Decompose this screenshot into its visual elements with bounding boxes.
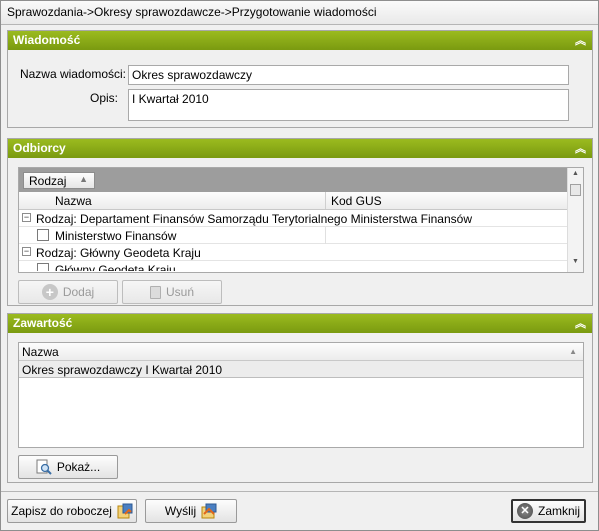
recipients-group-header[interactable]: Odbiorcy ︽	[8, 139, 592, 158]
message-desc-input[interactable]: I Kwartał 2010	[128, 89, 569, 121]
save-icon	[117, 503, 133, 519]
recipient-name: Główny Geodeta Kraju	[55, 263, 176, 271]
preview-icon	[36, 459, 52, 475]
checkbox-icon[interactable]	[37, 229, 49, 241]
column-header-name[interactable]: Nazwa	[22, 345, 59, 359]
close-button-label: Zamknij	[537, 504, 580, 518]
dialog-footer: Zapisz do roboczej Wyślij ✕ Zamknij	[1, 491, 598, 530]
recipient-name: Ministerstwo Finansów	[55, 229, 177, 243]
expand-collapse-icon[interactable]: −	[22, 213, 31, 222]
recipients-grid: Rodzaj ▲ Nazwa Kod GUS − Rodzaj: Departa…	[18, 167, 584, 273]
sort-arrow-icon: ▲	[569, 347, 577, 356]
recipients-group-title: Odbiorcy	[13, 141, 66, 155]
group-by-chip[interactable]: Rodzaj ▲	[23, 172, 95, 189]
group-by-chip-label: Rodzaj	[29, 174, 67, 188]
checkbox-icon[interactable]	[37, 263, 49, 271]
content-item-name: Okres sprawozdawczy I Kwartał 2010	[22, 363, 223, 377]
close-button[interactable]: ✕ Zamknij	[511, 499, 586, 523]
column-header-kod-gus[interactable]: Kod GUS	[331, 194, 382, 208]
message-desc-label: Opis:	[89, 91, 118, 105]
content-group-header[interactable]: Zawartość ︽	[8, 314, 592, 333]
table-row[interactable]: Główny Geodeta Kraju	[19, 261, 567, 271]
add-button-label: Dodaj	[62, 285, 95, 299]
message-group-title: Wiadomość	[13, 33, 81, 47]
column-separator	[325, 192, 326, 209]
group-by-area: Rodzaj ▲	[19, 168, 583, 192]
message-name-label: Nazwa wiadomości:	[19, 67, 126, 81]
trash-icon	[149, 285, 161, 299]
send-button-label: Wyślij	[164, 504, 197, 518]
column-header-name[interactable]: Nazwa	[55, 194, 92, 208]
window-title: Sprawozdania->Okresy sprawozdawcze->Przy…	[1, 1, 598, 25]
add-button[interactable]: + Dodaj	[18, 280, 118, 304]
recipients-column-header: Nazwa Kod GUS	[19, 192, 567, 210]
dialog-window: Sprawozdania->Okresy sprawozdawcze->Przy…	[0, 0, 599, 531]
save-draft-button-label: Zapisz do roboczej	[11, 504, 112, 518]
message-group: Wiadomość ︽ Nazwa wiadomości: Okres spra…	[7, 30, 593, 128]
collapse-chevron-icon[interactable]: ︽	[575, 315, 586, 331]
recipients-group: Odbiorcy ︽ Rodzaj ▲ Nazwa Kod GUS − Rodz…	[7, 138, 593, 306]
send-button[interactable]: Wyślij	[145, 499, 237, 523]
recipients-scrollbar[interactable]: ▲ ▼	[567, 168, 583, 272]
table-row[interactable]: Okres sprawozdawczy I Kwartał 2010	[19, 361, 583, 378]
group-row-label: Rodzaj: Departament Finansów Samorządu T…	[36, 212, 472, 226]
scroll-thumb[interactable]	[570, 184, 581, 196]
remove-button-label: Usuń	[165, 285, 194, 299]
send-icon	[201, 503, 217, 519]
group-row[interactable]: − Rodzaj: Departament Finansów Samorządu…	[19, 210, 567, 227]
message-group-header[interactable]: Wiadomość ︽	[8, 31, 592, 50]
table-row[interactable]: Ministerstwo Finansów	[19, 227, 567, 244]
collapse-chevron-icon[interactable]: ︽	[575, 32, 586, 48]
scroll-up-icon[interactable]: ▲	[568, 170, 583, 182]
cell-divider	[325, 227, 326, 244]
group-row[interactable]: − Rodzaj: Główny Geodeta Kraju	[19, 244, 567, 261]
content-group: Zawartość ︽ Nazwa ▲ Okres sprawozdawczy …	[7, 313, 593, 483]
collapse-chevron-icon[interactable]: ︽	[575, 140, 586, 156]
save-draft-button[interactable]: Zapisz do roboczej	[7, 499, 137, 523]
message-name-input[interactable]: Okres sprawozdawczy	[128, 65, 569, 85]
add-icon: +	[41, 284, 58, 300]
content-group-title: Zawartość	[13, 316, 73, 330]
content-column-header: Nazwa ▲	[19, 343, 583, 361]
show-button-label: Pokaż...	[56, 460, 101, 474]
expand-collapse-icon[interactable]: −	[22, 247, 31, 256]
sort-arrow-icon: ▲	[79, 174, 88, 184]
close-icon: ✕	[516, 503, 533, 519]
remove-button[interactable]: Usuń	[122, 280, 222, 304]
group-row-label: Rodzaj: Główny Geodeta Kraju	[36, 246, 201, 260]
show-button[interactable]: Pokaż...	[18, 455, 118, 479]
scroll-down-icon[interactable]: ▼	[568, 258, 583, 270]
content-grid: Nazwa ▲ Okres sprawozdawczy I Kwartał 20…	[18, 342, 584, 448]
